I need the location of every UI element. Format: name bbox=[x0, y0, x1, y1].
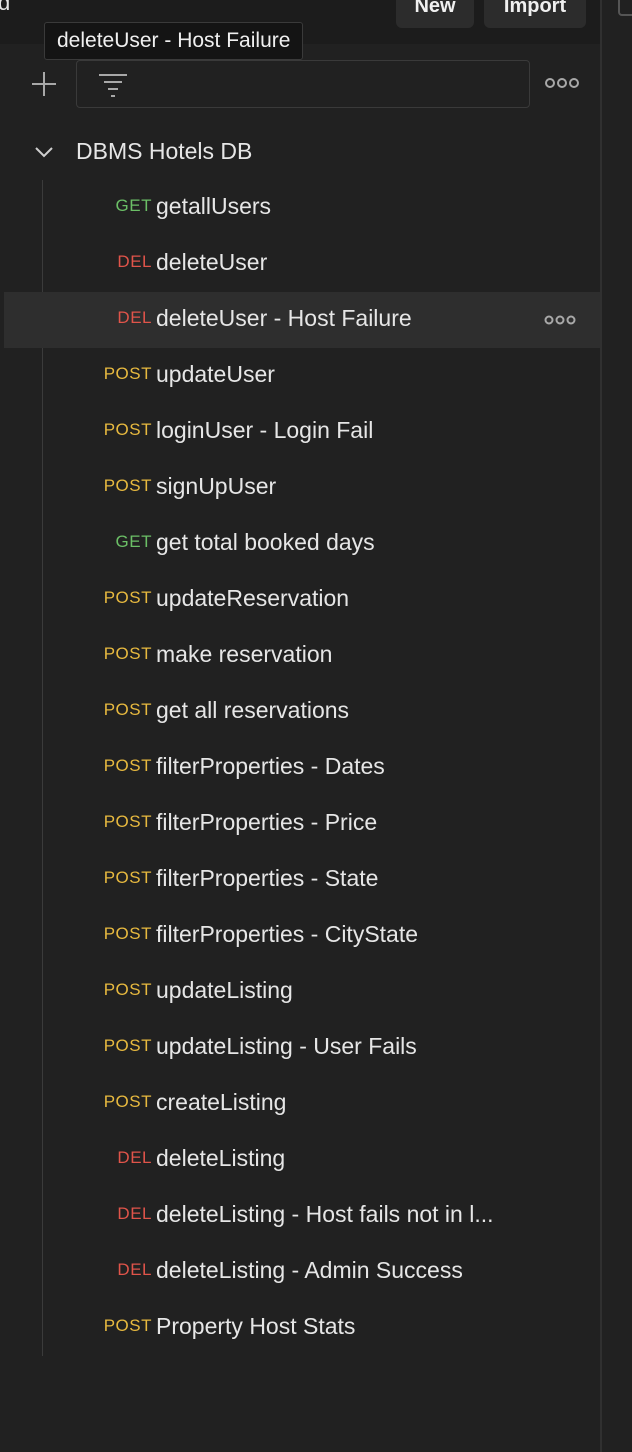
request-name: deleteUser bbox=[156, 249, 268, 275]
panel-divider[interactable] bbox=[600, 0, 602, 1452]
more-horizontal-icon[interactable] bbox=[544, 310, 576, 330]
request-item[interactable]: POST signUpUser bbox=[4, 460, 600, 516]
request-item[interactable]: POST get all reservations bbox=[4, 684, 600, 740]
request-name: updateUser bbox=[156, 361, 275, 387]
request-name: make reservation bbox=[156, 641, 333, 667]
request-name: filterProperties - Dates bbox=[156, 753, 385, 779]
method-badge: GET bbox=[115, 532, 152, 551]
more-horizontal-icon[interactable] bbox=[544, 72, 580, 94]
request-name: get total booked days bbox=[156, 529, 375, 555]
request-name: deleteUser - Host Failure bbox=[156, 305, 412, 331]
request-item[interactable]: DEL deleteUser bbox=[4, 236, 600, 292]
method-badge: DEL bbox=[117, 308, 152, 327]
request-name: updateListing bbox=[156, 977, 293, 1003]
method-badge: POST bbox=[103, 756, 152, 775]
request-item[interactable]: POST filterProperties - State bbox=[4, 852, 600, 908]
filter-icon bbox=[97, 71, 129, 99]
workspace-title-fragment: d bbox=[0, 0, 11, 15]
request-name: updateListing - User Fails bbox=[156, 1033, 417, 1059]
plus-icon[interactable] bbox=[26, 64, 62, 104]
request-item[interactable]: DEL deleteUser - Host Failure bbox=[4, 292, 600, 348]
method-badge: DEL bbox=[117, 252, 152, 271]
tooltip: deleteUser - Host Failure bbox=[44, 22, 304, 60]
method-badge: POST bbox=[103, 364, 152, 383]
request-name: Property Host Stats bbox=[156, 1313, 356, 1339]
request-name: updateReservation bbox=[156, 585, 350, 611]
request-item[interactable]: POST updateReservation bbox=[4, 572, 600, 628]
request-item[interactable]: POST filterProperties - CityState bbox=[4, 908, 600, 964]
request-item[interactable]: POST updateUser bbox=[4, 348, 600, 404]
request-item[interactable]: POST loginUser - Login Fail bbox=[4, 404, 600, 460]
method-badge: POST bbox=[103, 588, 152, 607]
method-badge: POST bbox=[103, 1316, 152, 1335]
request-item[interactable]: POST Property Host Stats bbox=[4, 1300, 600, 1356]
method-badge: POST bbox=[103, 868, 152, 887]
chevron-down-icon[interactable] bbox=[32, 142, 56, 162]
method-badge: POST bbox=[103, 1036, 152, 1055]
request-name: deleteListing - Host fails not in l... bbox=[156, 1201, 494, 1227]
method-badge: POST bbox=[103, 812, 152, 831]
method-badge: POST bbox=[103, 980, 152, 999]
method-badge: POST bbox=[103, 644, 152, 663]
method-badge: DEL bbox=[117, 1260, 152, 1279]
request-name: filterProperties - Price bbox=[156, 809, 378, 835]
method-badge: POST bbox=[103, 700, 152, 719]
collections-sidebar: d New Import deleteUser - Host Failure D… bbox=[0, 0, 632, 1452]
collection-name: DBMS Hotels DB bbox=[76, 138, 253, 164]
request-name: filterProperties - State bbox=[156, 865, 379, 891]
request-name: loginUser - Login Fail bbox=[156, 417, 374, 443]
request-name: signUpUser bbox=[156, 473, 277, 499]
method-badge: POST bbox=[103, 1092, 152, 1111]
right-panel-edge-icon bbox=[618, 0, 632, 16]
request-name: getallUsers bbox=[156, 193, 272, 219]
request-item[interactable]: GET get total booked days bbox=[4, 516, 600, 572]
method-badge: DEL bbox=[117, 1148, 152, 1167]
method-badge: GET bbox=[115, 196, 152, 215]
new-button[interactable]: New bbox=[396, 0, 474, 28]
import-button[interactable]: Import bbox=[484, 0, 586, 28]
request-item[interactable]: GET getallUsers bbox=[4, 180, 600, 236]
filter-input[interactable] bbox=[76, 60, 530, 108]
request-item[interactable]: POST filterProperties - Price bbox=[4, 796, 600, 852]
request-item[interactable]: DEL deleteListing bbox=[4, 1132, 600, 1188]
request-item[interactable]: DEL deleteListing - Host fails not in l..… bbox=[4, 1188, 600, 1244]
request-name: deleteListing - Admin Success bbox=[156, 1257, 463, 1283]
request-item[interactable]: POST filterProperties - Dates bbox=[4, 740, 600, 796]
request-item[interactable]: POST make reservation bbox=[4, 628, 600, 684]
method-badge: POST bbox=[103, 924, 152, 943]
method-badge: DEL bbox=[117, 1204, 152, 1223]
collection-header[interactable]: DBMS Hotels DB bbox=[0, 128, 600, 176]
request-name: filterProperties - CityState bbox=[156, 921, 419, 947]
request-item[interactable]: POST createListing bbox=[4, 1076, 600, 1132]
method-badge: POST bbox=[103, 476, 152, 495]
request-item[interactable]: POST updateListing - User Fails bbox=[4, 1020, 600, 1076]
method-badge: POST bbox=[103, 420, 152, 439]
request-item[interactable]: DEL deleteListing - Admin Success bbox=[4, 1244, 600, 1300]
request-item[interactable]: POST updateListing bbox=[4, 964, 600, 1020]
request-name: get all reservations bbox=[156, 697, 350, 723]
request-name: createListing bbox=[156, 1089, 287, 1115]
request-name: deleteListing bbox=[156, 1145, 286, 1171]
